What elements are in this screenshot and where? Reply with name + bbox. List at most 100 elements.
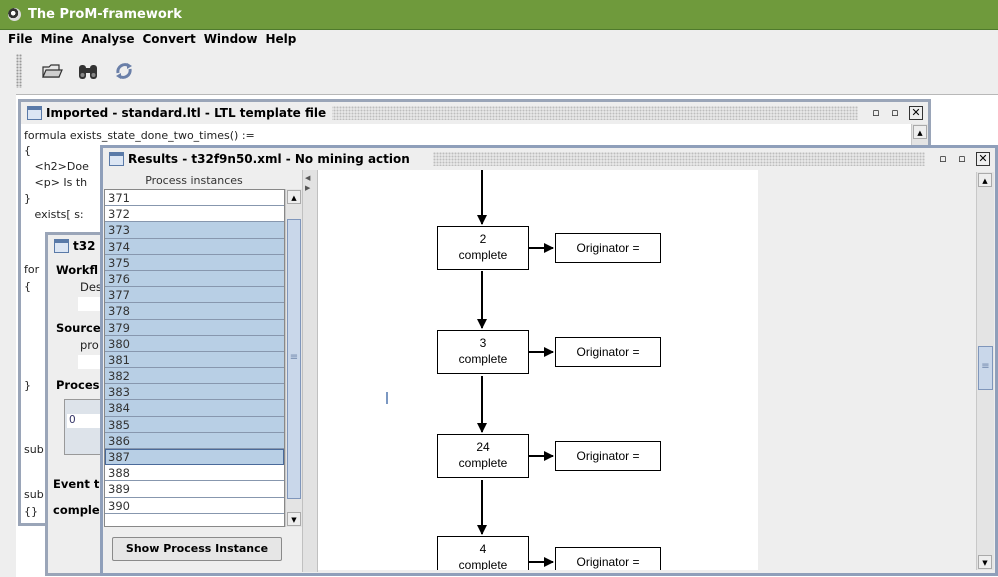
ltl-frame-title: Imported - standard.ltl - LTL template f… [46,106,333,120]
list-item[interactable]: 382 [105,368,284,385]
expand-right-icon[interactable]: ▶ [305,184,310,192]
ltl-line: { [24,144,31,157]
list-item[interactable]: 378 [105,303,284,320]
list-item[interactable]: 388 [105,465,284,482]
toolbar-grip[interactable] [16,54,22,88]
maximize-icon[interactable]: ▫ [887,105,903,121]
ltl-line: for [24,263,40,276]
menu-window[interactable]: Window [200,30,262,46]
list-item[interactable]: 383 [105,384,284,401]
scroll-thumb[interactable] [287,219,301,499]
collapse-left-icon[interactable]: ◀ [305,174,310,182]
ltl-line: } [24,379,31,392]
ltl-line: sub [24,443,44,456]
ltl-line: sub [24,488,44,501]
process-instances-header: Process instances [104,174,284,189]
frame-window-icon [27,106,42,120]
app-title-bar: The ProM-framework [0,0,998,30]
source-value: pro [80,338,99,352]
refresh-icon[interactable] [110,56,138,86]
results-frame-titlebar[interactable]: Results - t32f9n50.xml - No mining actio… [103,148,995,170]
close-icon[interactable]: ✕ [909,106,923,120]
menu-analyse[interactable]: Analyse [77,30,138,46]
split-pane-divider[interactable]: ◀ ▶ [302,170,318,572]
list-item[interactable]: 374 [105,238,284,255]
ltl-line: <p> Is th [24,176,88,189]
frame-window-icon [109,152,124,166]
menu-help[interactable]: Help [262,30,301,46]
ltl-line: exists[ s: [24,208,84,221]
scroll-down-arrow-icon[interactable]: ▼ [287,512,301,526]
scroll-up-arrow-icon[interactable]: ▲ [287,190,301,204]
scroll-up-arrow-icon[interactable]: ▲ [913,125,927,139]
originator-node[interactable]: Originator = [555,233,661,263]
results-frame-title: Results - t32f9n50.xml - No mining actio… [128,152,416,166]
scroll-thumb[interactable] [978,346,993,390]
ltl-line: { [24,280,31,293]
graph-node[interactable]: 4 complete [437,536,529,570]
list-item[interactable]: 372 [105,206,284,223]
list-item[interactable]: 384 [105,400,284,417]
menu-file[interactable]: File [0,30,37,46]
list-item[interactable]: 390 [105,498,284,514]
event-type-label: Event t [53,477,100,491]
ltl-frame-titlebar[interactable]: Imported - standard.ltl - LTL template f… [21,102,928,124]
title-grip [321,106,858,120]
node-id: 4 [479,542,487,556]
binoculars-icon[interactable] [74,56,102,86]
list-item[interactable]: 380 [105,335,284,352]
ltl-line: } [24,192,31,205]
node-id: 2 [479,232,487,246]
close-icon[interactable]: ✕ [976,152,990,166]
list-item[interactable]: 375 [105,254,284,271]
graph-empty-region [758,170,974,570]
list-item[interactable]: 373 [105,222,284,239]
maximize-icon[interactable]: ▫ [954,151,970,167]
node-id: 3 [479,336,487,350]
node-label: complete [458,558,508,570]
list-item[interactable]: 376 [105,270,284,288]
graph-node[interactable]: 3 complete [437,330,529,374]
graph-scrollbar[interactable]: ▲ ▼ [976,172,994,570]
list-item[interactable]: 389 [105,481,284,498]
title-grip [433,152,925,166]
node-label: complete [458,352,508,366]
process-graph-view[interactable]: 2 complete Originator = 3 complete Origi… [318,170,758,570]
scroll-down-arrow-icon[interactable]: ▼ [978,555,992,569]
list-item[interactable]: 385 [105,416,284,433]
complete-label: comple [53,503,100,517]
graph-node[interactable]: 2 complete [437,226,529,270]
open-folder-icon[interactable] [38,56,66,86]
app-title: The ProM-framework [28,7,182,22]
list-item[interactable]: 371 [105,190,284,207]
menu-convert[interactable]: Convert [138,30,199,46]
process-graph [477,170,554,567]
prom-logo-icon [8,8,21,21]
list-item[interactable]: 377 [105,287,284,304]
frame-window-icon [54,239,69,253]
iconify-icon[interactable]: ▫ [868,105,884,121]
process-instance-list[interactable]: 371 372 373 374 375 376 377 378 379 380 … [104,189,285,527]
ltl-line: <h2>Doe [24,160,89,173]
list-item[interactable]: 386 [105,432,284,449]
iconify-icon[interactable]: ▫ [935,151,951,167]
scroll-up-arrow-icon[interactable]: ▲ [978,173,992,187]
menu-mine[interactable]: Mine [37,30,78,46]
node-id: 24 [476,440,490,454]
originator-node[interactable]: Originator = [555,337,661,367]
process-list-scrollbar[interactable]: ▲ ▼ [285,189,302,527]
graph-node[interactable]: 24 complete [437,434,529,478]
ltl-line: {} [24,505,38,518]
menu-bar: File Mine Analyse Convert Window Help [0,30,998,49]
originator-node[interactable]: Originator = [555,547,661,570]
list-item[interactable]: 381 [105,351,284,369]
originator-node[interactable]: Originator = [555,441,661,471]
workflow-value: Des [80,280,102,294]
process-label: Proces [56,378,100,392]
show-process-instance-button[interactable]: Show Process Instance [112,537,282,561]
toolbar [16,50,998,94]
t32-frame-title: t32 [73,239,102,253]
list-item[interactable]: 379 [105,319,284,336]
node-label: complete [458,248,508,262]
list-item[interactable]: 387 [105,449,284,466]
